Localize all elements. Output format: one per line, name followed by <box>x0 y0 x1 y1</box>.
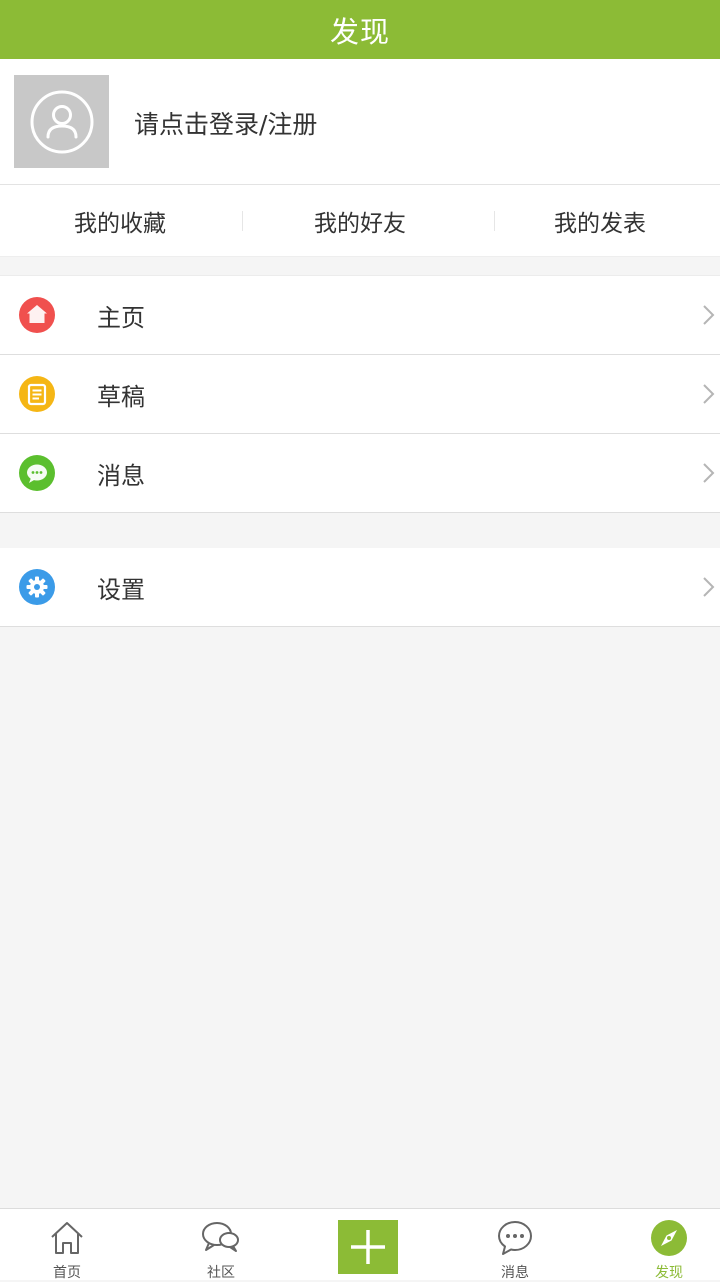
menu-item-label: 草稿 <box>97 382 145 411</box>
menu-item-settings[interactable]: 设置 <box>0 548 720 627</box>
my-friends-label: 我的好友 <box>314 210 406 237</box>
draft-icon <box>19 376 55 412</box>
tab-label: 社区 <box>207 1265 235 1281</box>
gear-icon <box>19 569 55 605</box>
tab-label: 首页 <box>53 1265 81 1281</box>
compass-icon <box>651 1220 687 1256</box>
chevron-right-icon <box>703 384 715 404</box>
tab-messages[interactable]: 消息 <box>460 1209 570 1281</box>
tab-community[interactable]: 社区 <box>166 1209 276 1281</box>
menu-item-label: 设置 <box>97 575 145 604</box>
divider <box>494 211 495 231</box>
my-posts-button[interactable]: 我的发表 <box>480 185 720 256</box>
user-icon <box>30 90 93 153</box>
my-posts-label: 我的发表 <box>554 210 646 237</box>
menu-item-label: 主页 <box>97 303 145 332</box>
tab-discover[interactable]: 发现 <box>614 1209 720 1281</box>
profile-section[interactable]: 请点击登录/注册 <box>0 59 720 185</box>
menu-group-main: 主页 草稿 消息 <box>0 275 720 513</box>
quick-links: 我的收藏 我的好友 我的发表 <box>0 185 720 257</box>
my-favorites-button[interactable]: 我的收藏 <box>0 185 240 256</box>
tab-home[interactable]: 首页 <box>12 1209 122 1281</box>
avatar[interactable] <box>14 75 109 168</box>
divider <box>242 211 243 231</box>
home-icon <box>19 297 55 333</box>
menu-item-home[interactable]: 主页 <box>0 276 720 355</box>
menu-item-draft[interactable]: 草稿 <box>0 355 720 434</box>
login-register-link[interactable]: 请点击登录/注册 <box>134 105 317 141</box>
message-icon <box>19 455 55 491</box>
plus-icon <box>351 1230 385 1264</box>
menu-group-settings: 设置 <box>0 548 720 627</box>
add-post-button[interactable] <box>338 1220 398 1274</box>
my-friends-button[interactable]: 我的好友 <box>240 185 480 256</box>
chevron-right-icon <box>703 463 715 483</box>
chevron-right-icon <box>703 305 715 325</box>
home-outline-icon <box>51 1222 83 1254</box>
top-bar: 发现 <box>0 0 720 59</box>
bottom-tab-bar: 首页 社区 消息 发现 <box>0 1208 720 1281</box>
tab-label: 消息 <box>501 1265 529 1281</box>
my-favorites-label: 我的收藏 <box>74 210 166 237</box>
menu-item-messages[interactable]: 消息 <box>0 434 720 513</box>
page-title: 发现 <box>329 14 390 49</box>
message-outline-icon <box>498 1221 532 1255</box>
tab-label: 发现 <box>655 1265 683 1281</box>
menu-item-label: 消息 <box>97 461 145 490</box>
chat-bubbles-icon <box>202 1222 239 1252</box>
chevron-right-icon <box>703 577 715 597</box>
